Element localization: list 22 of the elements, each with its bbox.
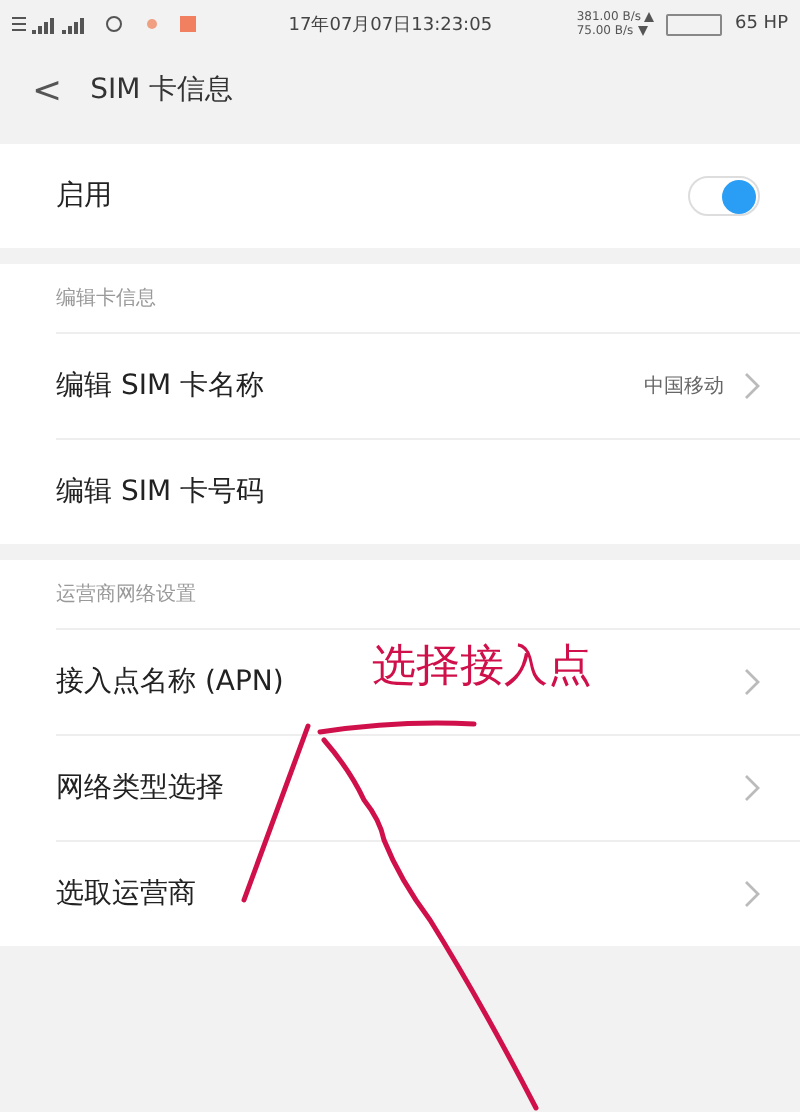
enable-toggle[interactable] bbox=[688, 176, 760, 216]
setting-label: 选取运营商 bbox=[56, 876, 196, 912]
section-title: 编辑卡信息 bbox=[56, 285, 158, 314]
settings-row[interactable]: 编辑 SIM 卡号码 bbox=[56, 438, 800, 544]
setting-label: 启用 bbox=[56, 178, 112, 214]
setting-label: 编辑 SIM 卡名称 bbox=[56, 368, 264, 404]
upload-arrow-icon bbox=[644, 12, 655, 22]
back-button[interactable]: < bbox=[32, 69, 63, 111]
settings-row[interactable]: 选取运营商 bbox=[56, 840, 800, 946]
setting-label: 编辑 SIM 卡号码 bbox=[56, 474, 264, 510]
status-time: 17年07月07日13:23:05 bbox=[286, 13, 495, 37]
battery-level: 65 HP bbox=[734, 14, 788, 34]
settings-row[interactable]: 网络类型选择 bbox=[56, 734, 800, 840]
setting-label: 接入点名称 (APN) bbox=[56, 664, 284, 700]
download-arrow-icon bbox=[637, 26, 648, 36]
page-title: SIM 卡信息 bbox=[90, 72, 234, 108]
annotation-text: 选择接入点 bbox=[372, 640, 592, 696]
battery-icon bbox=[666, 13, 723, 35]
section-title: 运营商网络设置 bbox=[56, 581, 198, 610]
settings-row[interactable]: 编辑 SIM 卡名称 中国移动 bbox=[56, 332, 800, 438]
setting-value: 中国移动 bbox=[644, 373, 724, 400]
setting-label: 网络类型选择 bbox=[56, 770, 224, 806]
